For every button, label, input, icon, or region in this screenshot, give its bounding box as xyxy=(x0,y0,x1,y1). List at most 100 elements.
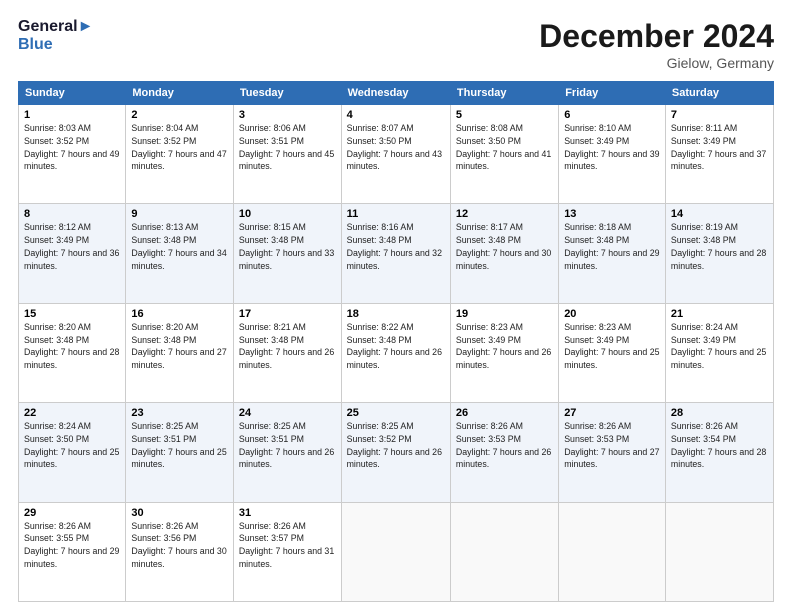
day-info: Sunrise: 8:26 AMSunset: 3:56 PMDaylight:… xyxy=(131,520,228,571)
day-number: 13 xyxy=(564,208,660,220)
day-info: Sunrise: 8:26 AMSunset: 3:53 PMDaylight:… xyxy=(564,420,660,471)
calendar-cell: 1Sunrise: 8:03 AMSunset: 3:52 PMDaylight… xyxy=(19,105,126,204)
calendar-week-row: 1Sunrise: 8:03 AMSunset: 3:52 PMDaylight… xyxy=(19,105,774,204)
calendar-table: SundayMondayTuesdayWednesdayThursdayFrid… xyxy=(18,81,774,602)
col-header-monday: Monday xyxy=(126,82,234,105)
calendar-cell: 30Sunrise: 8:26 AMSunset: 3:56 PMDayligh… xyxy=(126,502,234,601)
calendar-cell: 7Sunrise: 8:11 AMSunset: 3:49 PMDaylight… xyxy=(665,105,773,204)
day-number: 16 xyxy=(131,308,228,320)
day-info: Sunrise: 8:23 AMSunset: 3:49 PMDaylight:… xyxy=(456,321,553,372)
day-info: Sunrise: 8:12 AMSunset: 3:49 PMDaylight:… xyxy=(24,221,120,272)
day-number: 31 xyxy=(239,507,336,519)
day-number: 12 xyxy=(456,208,553,220)
day-number: 26 xyxy=(456,407,553,419)
day-info: Sunrise: 8:26 AMSunset: 3:55 PMDaylight:… xyxy=(24,520,120,571)
calendar-cell: 24Sunrise: 8:25 AMSunset: 3:51 PMDayligh… xyxy=(233,403,341,502)
day-info: Sunrise: 8:26 AMSunset: 3:57 PMDaylight:… xyxy=(239,520,336,571)
calendar-body: 1Sunrise: 8:03 AMSunset: 3:52 PMDaylight… xyxy=(19,105,774,602)
calendar-cell: 28Sunrise: 8:26 AMSunset: 3:54 PMDayligh… xyxy=(665,403,773,502)
day-number: 14 xyxy=(671,208,768,220)
logo-line1: General► xyxy=(18,18,93,36)
day-info: Sunrise: 8:20 AMSunset: 3:48 PMDaylight:… xyxy=(131,321,228,372)
day-info: Sunrise: 8:20 AMSunset: 3:48 PMDaylight:… xyxy=(24,321,120,372)
day-info: Sunrise: 8:21 AMSunset: 3:48 PMDaylight:… xyxy=(239,321,336,372)
day-info: Sunrise: 8:06 AMSunset: 3:51 PMDaylight:… xyxy=(239,122,336,173)
day-info: Sunrise: 8:04 AMSunset: 3:52 PMDaylight:… xyxy=(131,122,228,173)
calendar-cell: 3Sunrise: 8:06 AMSunset: 3:51 PMDaylight… xyxy=(233,105,341,204)
day-info: Sunrise: 8:22 AMSunset: 3:48 PMDaylight:… xyxy=(347,321,445,372)
calendar-cell: 5Sunrise: 8:08 AMSunset: 3:50 PMDaylight… xyxy=(450,105,558,204)
calendar-cell: 21Sunrise: 8:24 AMSunset: 3:49 PMDayligh… xyxy=(665,303,773,402)
main-title: December 2024 xyxy=(539,18,774,55)
day-info: Sunrise: 8:08 AMSunset: 3:50 PMDaylight:… xyxy=(456,122,553,173)
day-number: 15 xyxy=(24,308,120,320)
calendar-week-row: 15Sunrise: 8:20 AMSunset: 3:48 PMDayligh… xyxy=(19,303,774,402)
calendar-cell: 14Sunrise: 8:19 AMSunset: 3:48 PMDayligh… xyxy=(665,204,773,303)
day-info: Sunrise: 8:10 AMSunset: 3:49 PMDaylight:… xyxy=(564,122,660,173)
logo-line2: Blue xyxy=(18,36,93,54)
calendar-cell: 13Sunrise: 8:18 AMSunset: 3:48 PMDayligh… xyxy=(559,204,666,303)
calendar-cell: 6Sunrise: 8:10 AMSunset: 3:49 PMDaylight… xyxy=(559,105,666,204)
calendar-cell xyxy=(341,502,450,601)
calendar-week-row: 29Sunrise: 8:26 AMSunset: 3:55 PMDayligh… xyxy=(19,502,774,601)
calendar-cell: 20Sunrise: 8:23 AMSunset: 3:49 PMDayligh… xyxy=(559,303,666,402)
day-info: Sunrise: 8:23 AMSunset: 3:49 PMDaylight:… xyxy=(564,321,660,372)
calendar-cell: 11Sunrise: 8:16 AMSunset: 3:48 PMDayligh… xyxy=(341,204,450,303)
day-info: Sunrise: 8:24 AMSunset: 3:50 PMDaylight:… xyxy=(24,420,120,471)
calendar-cell: 12Sunrise: 8:17 AMSunset: 3:48 PMDayligh… xyxy=(450,204,558,303)
day-number: 29 xyxy=(24,507,120,519)
calendar-cell xyxy=(559,502,666,601)
day-info: Sunrise: 8:11 AMSunset: 3:49 PMDaylight:… xyxy=(671,122,768,173)
col-header-saturday: Saturday xyxy=(665,82,773,105)
day-info: Sunrise: 8:18 AMSunset: 3:48 PMDaylight:… xyxy=(564,221,660,272)
day-info: Sunrise: 8:15 AMSunset: 3:48 PMDaylight:… xyxy=(239,221,336,272)
day-number: 19 xyxy=(456,308,553,320)
calendar-cell: 4Sunrise: 8:07 AMSunset: 3:50 PMDaylight… xyxy=(341,105,450,204)
logo: General► Blue xyxy=(18,18,93,53)
calendar-cell: 29Sunrise: 8:26 AMSunset: 3:55 PMDayligh… xyxy=(19,502,126,601)
calendar-cell: 10Sunrise: 8:15 AMSunset: 3:48 PMDayligh… xyxy=(233,204,341,303)
day-info: Sunrise: 8:03 AMSunset: 3:52 PMDaylight:… xyxy=(24,122,120,173)
day-number: 9 xyxy=(131,208,228,220)
title-area: December 2024 Gielow, Germany xyxy=(539,18,774,71)
calendar-cell: 23Sunrise: 8:25 AMSunset: 3:51 PMDayligh… xyxy=(126,403,234,502)
calendar-cell: 18Sunrise: 8:22 AMSunset: 3:48 PMDayligh… xyxy=(341,303,450,402)
day-info: Sunrise: 8:19 AMSunset: 3:48 PMDaylight:… xyxy=(671,221,768,272)
header: General► Blue December 2024 Gielow, Germ… xyxy=(18,18,774,71)
day-info: Sunrise: 8:25 AMSunset: 3:51 PMDaylight:… xyxy=(131,420,228,471)
day-info: Sunrise: 8:26 AMSunset: 3:54 PMDaylight:… xyxy=(671,420,768,471)
calendar-cell: 19Sunrise: 8:23 AMSunset: 3:49 PMDayligh… xyxy=(450,303,558,402)
day-number: 11 xyxy=(347,208,445,220)
day-number: 4 xyxy=(347,109,445,121)
calendar-cell: 27Sunrise: 8:26 AMSunset: 3:53 PMDayligh… xyxy=(559,403,666,502)
day-info: Sunrise: 8:07 AMSunset: 3:50 PMDaylight:… xyxy=(347,122,445,173)
calendar-cell: 31Sunrise: 8:26 AMSunset: 3:57 PMDayligh… xyxy=(233,502,341,601)
day-number: 27 xyxy=(564,407,660,419)
col-header-friday: Friday xyxy=(559,82,666,105)
subtitle: Gielow, Germany xyxy=(539,55,774,71)
col-header-wednesday: Wednesday xyxy=(341,82,450,105)
day-number: 20 xyxy=(564,308,660,320)
calendar-cell: 22Sunrise: 8:24 AMSunset: 3:50 PMDayligh… xyxy=(19,403,126,502)
calendar-cell: 17Sunrise: 8:21 AMSunset: 3:48 PMDayligh… xyxy=(233,303,341,402)
calendar-cell: 9Sunrise: 8:13 AMSunset: 3:48 PMDaylight… xyxy=(126,204,234,303)
calendar-week-row: 22Sunrise: 8:24 AMSunset: 3:50 PMDayligh… xyxy=(19,403,774,502)
calendar-cell: 25Sunrise: 8:25 AMSunset: 3:52 PMDayligh… xyxy=(341,403,450,502)
day-number: 3 xyxy=(239,109,336,121)
day-info: Sunrise: 8:13 AMSunset: 3:48 PMDaylight:… xyxy=(131,221,228,272)
day-number: 7 xyxy=(671,109,768,121)
day-number: 25 xyxy=(347,407,445,419)
day-info: Sunrise: 8:25 AMSunset: 3:51 PMDaylight:… xyxy=(239,420,336,471)
day-number: 30 xyxy=(131,507,228,519)
day-number: 22 xyxy=(24,407,120,419)
calendar-cell xyxy=(450,502,558,601)
page: General► Blue December 2024 Gielow, Germ… xyxy=(0,0,792,612)
day-number: 8 xyxy=(24,208,120,220)
day-info: Sunrise: 8:24 AMSunset: 3:49 PMDaylight:… xyxy=(671,321,768,372)
calendar-cell: 15Sunrise: 8:20 AMSunset: 3:48 PMDayligh… xyxy=(19,303,126,402)
calendar-cell: 26Sunrise: 8:26 AMSunset: 3:53 PMDayligh… xyxy=(450,403,558,502)
day-info: Sunrise: 8:26 AMSunset: 3:53 PMDaylight:… xyxy=(456,420,553,471)
calendar-cell xyxy=(665,502,773,601)
day-number: 24 xyxy=(239,407,336,419)
col-header-thursday: Thursday xyxy=(450,82,558,105)
